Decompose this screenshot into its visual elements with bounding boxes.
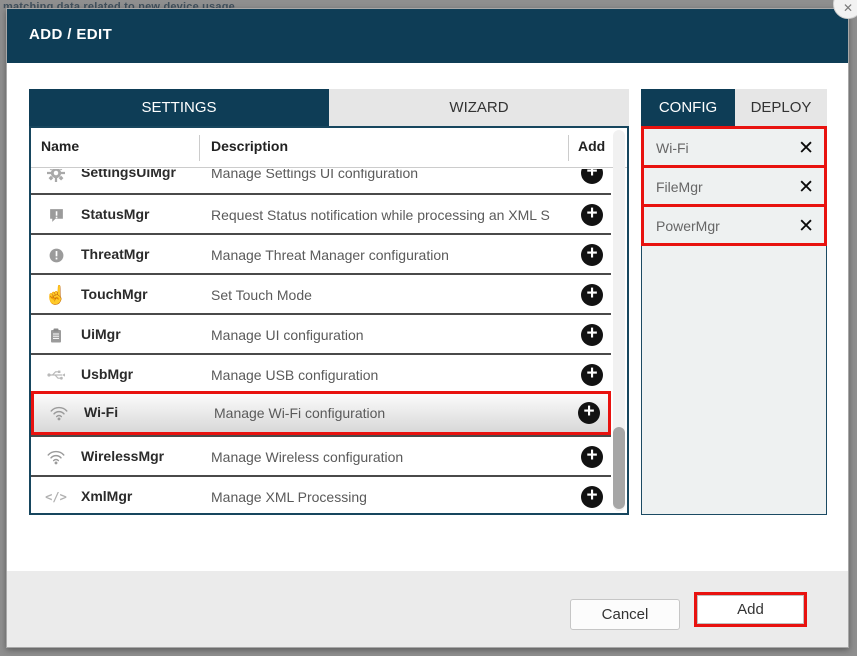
column-divider [568, 135, 569, 161]
remove-item-icon[interactable]: ✕ [798, 176, 814, 199]
row-description: Set Touch Mode [211, 287, 563, 303]
row-name: UsbMgr [81, 366, 133, 382]
row-description: Manage XML Processing [211, 489, 563, 505]
config-item-label: Wi-Fi [656, 140, 689, 156]
add-row-button[interactable]: + [581, 364, 603, 386]
row-name: StatusMgr [81, 206, 149, 222]
table-scrollbar[interactable] [613, 130, 625, 511]
alert-circle-icon [39, 235, 73, 275]
table-header: Name Description Add [31, 128, 627, 168]
table-row[interactable]: StatusMgr Request Status notification whi… [31, 193, 611, 233]
tab-deploy[interactable]: DEPLOY [735, 89, 827, 126]
clipboard-icon [39, 315, 73, 355]
table-row[interactable]: </> XmlMgr Manage XML Processing + [31, 475, 611, 513]
usb-icon [39, 355, 73, 395]
config-item-label: PowerMgr [656, 218, 720, 234]
row-name: ThreatMgr [81, 246, 149, 262]
config-item-label: FileMgr [656, 179, 703, 195]
add-row-button[interactable]: + [578, 402, 600, 424]
row-name: SettingsUiMgr [81, 169, 176, 180]
column-header-name: Name [41, 138, 79, 154]
row-name: UiMgr [81, 326, 121, 342]
dialog-header: ADD / EDIT [7, 9, 848, 63]
tab-settings[interactable]: SETTINGS [29, 89, 329, 126]
add-row-button[interactable]: + [581, 324, 603, 346]
config-list-item[interactable]: PowerMgr ✕ [641, 204, 827, 246]
config-list-item[interactable]: Wi-Fi ✕ [641, 126, 827, 168]
row-name: XmlMgr [81, 488, 132, 504]
row-description: Manage UI configuration [211, 327, 563, 343]
background-window-text: matching data related to new device usag… [0, 0, 857, 8]
column-header-add: Add [578, 138, 605, 154]
table-body: SettingsUiMgr Manage Settings UI configur… [31, 169, 611, 513]
table-row[interactable]: Wi-Fi Manage Wi-Fi configuration + [31, 391, 611, 435]
wifi-icon [42, 393, 76, 433]
table-row[interactable]: UsbMgr Manage USB configuration + [31, 353, 611, 393]
table-row[interactable]: WirelessMgr Manage Wireless configuration… [31, 435, 611, 475]
code-icon: </> [39, 477, 73, 513]
row-description: Manage Settings UI configuration [211, 169, 563, 181]
row-name: WirelessMgr [81, 448, 164, 464]
tab-config[interactable]: CONFIG [641, 89, 735, 126]
table-row[interactable]: ThreatMgr Manage Threat Manager configura… [31, 233, 611, 273]
add-row-button[interactable]: + [581, 486, 603, 508]
add-row-button[interactable]: + [581, 446, 603, 468]
wifi-icon [39, 437, 73, 477]
gear-icon [39, 169, 73, 193]
cancel-button[interactable]: Cancel [570, 599, 680, 630]
row-description: Manage USB configuration [211, 367, 563, 383]
row-description: Request Status notification while proces… [211, 207, 563, 223]
add-button-highlight: Add [694, 592, 807, 627]
settings-table: Name Description Add SettingsUiMgr Manage… [29, 126, 629, 515]
row-description: Manage Wireless configuration [211, 449, 563, 465]
add-edit-dialog: ADD / EDIT SETTINGS WIZARD Name Descript… [6, 8, 849, 648]
add-row-button[interactable]: + [581, 284, 603, 306]
row-name: TouchMgr [81, 286, 148, 302]
config-list-item[interactable]: FileMgr ✕ [641, 165, 827, 207]
column-header-description: Description [211, 138, 288, 154]
touch-icon: ☝ [39, 275, 73, 315]
table-row[interactable]: SettingsUiMgr Manage Settings UI configur… [31, 169, 611, 193]
column-divider [199, 135, 200, 161]
row-description: Manage Threat Manager configuration [211, 247, 563, 263]
table-row[interactable]: ☝ TouchMgr Set Touch Mode + [31, 273, 611, 313]
add-row-button[interactable]: + [581, 204, 603, 226]
dialog-title: ADD / EDIT [29, 26, 112, 43]
add-row-button[interactable]: + [581, 169, 603, 184]
status-bubble-icon [39, 195, 73, 235]
row-name: Wi-Fi [84, 404, 118, 420]
close-icon: ✕ [834, 2, 857, 14]
remove-item-icon[interactable]: ✕ [798, 215, 814, 238]
table-row[interactable]: UiMgr Manage UI configuration + [31, 313, 611, 353]
add-button[interactable]: Add [697, 595, 804, 624]
add-row-button[interactable]: + [581, 244, 603, 266]
row-description: Manage Wi-Fi configuration [214, 405, 566, 421]
tab-wizard[interactable]: WIZARD [329, 89, 629, 126]
config-panel: Wi-Fi ✕ FileMgr ✕ PowerMgr ✕ [641, 126, 827, 515]
remove-item-icon[interactable]: ✕ [798, 137, 814, 160]
scrollbar-thumb[interactable] [613, 427, 625, 509]
desktop-background: matching data related to new device usag… [0, 0, 857, 656]
